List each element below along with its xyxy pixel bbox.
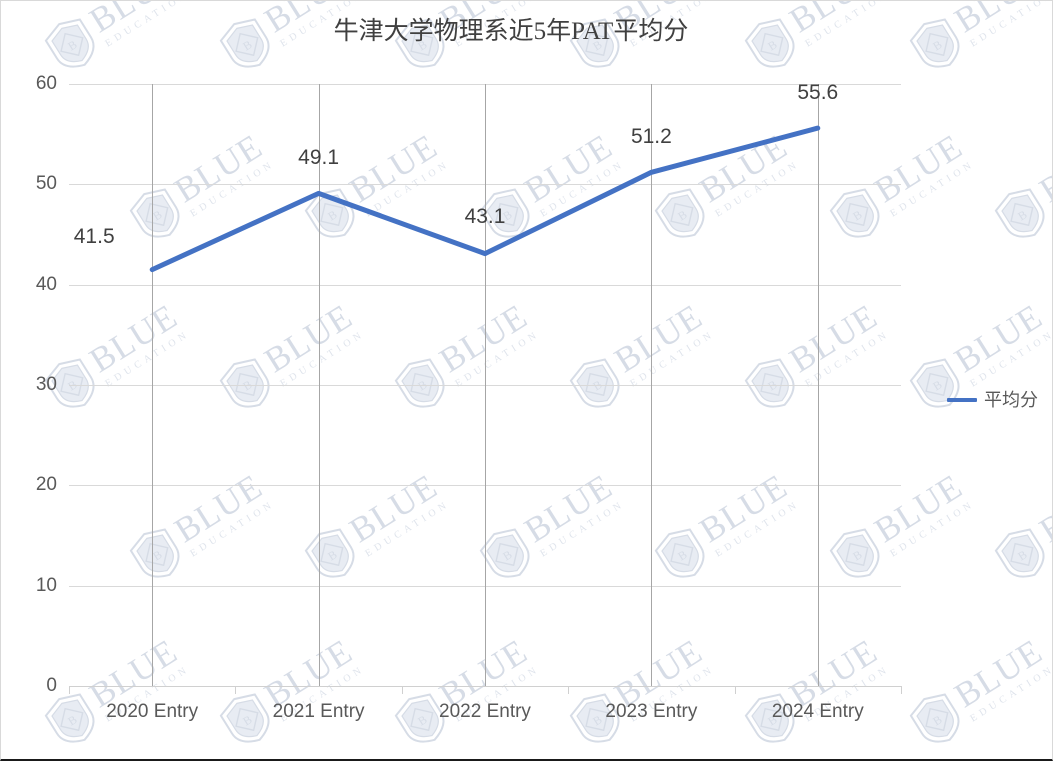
data-label-1: 49.1 [298,146,340,170]
data-label-4: 55.6 [797,81,839,105]
data-label-2: 43.1 [464,204,506,228]
chart-container: B BLUEEDUCATION B BLUEEDUCATION B BLUEED… [0,0,1053,761]
series-plot-area [149,125,821,273]
series-line-平均分 [149,125,821,273]
data-label-0: 41.5 [73,224,115,248]
legend-label: 平均分 [984,390,1038,410]
data-label-3: 51.2 [630,125,672,149]
chart-legend[interactable]: 平均分 [947,391,1038,409]
legend-swatch-icon [947,398,977,402]
